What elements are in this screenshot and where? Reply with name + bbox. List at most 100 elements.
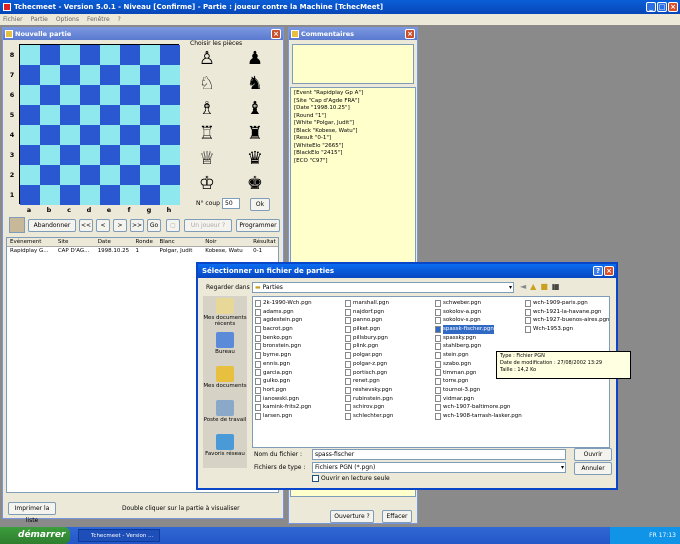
col-black[interactable]: Noir (202, 238, 250, 246)
board-square[interactable] (100, 165, 120, 185)
help-button[interactable]: ? (593, 266, 603, 276)
piece-choice[interactable]: ♚ (243, 173, 267, 195)
board-square[interactable] (80, 125, 100, 145)
board-square[interactable] (40, 45, 60, 65)
board-square[interactable] (60, 165, 80, 185)
board-square[interactable] (20, 185, 40, 205)
place-computer[interactable]: Poste de travail (203, 398, 247, 432)
board-square[interactable] (160, 65, 180, 85)
board-square[interactable] (140, 165, 160, 185)
board-square[interactable] (100, 125, 120, 145)
lang-indicator[interactable]: FR (649, 532, 657, 539)
board-square[interactable] (20, 145, 40, 165)
board-square[interactable] (60, 65, 80, 85)
board-square[interactable] (40, 165, 60, 185)
copy-icon[interactable]: ▢ (166, 219, 180, 232)
menu-fichier[interactable]: Fichier (3, 14, 23, 25)
board-square[interactable] (20, 65, 40, 85)
next-move-button[interactable]: > (113, 219, 127, 232)
file-item[interactable]: 2k-1990-Wch.pgn (255, 299, 345, 308)
place-network[interactable]: Favoris réseau (203, 432, 247, 466)
file-item[interactable]: pilket.pgn (345, 325, 435, 334)
file-item[interactable]: polgar.pgn (345, 351, 435, 360)
cancel-button[interactable]: Annuler (574, 462, 612, 475)
ok-button[interactable]: Ok (250, 198, 270, 211)
file-item[interactable]: plink.pgn (345, 342, 435, 351)
board-square[interactable] (80, 165, 100, 185)
piece-choice[interactable]: ♛ (243, 148, 267, 170)
first-move-button[interactable]: << (79, 219, 93, 232)
board-square[interactable] (20, 45, 40, 65)
board-square[interactable] (160, 185, 180, 205)
view-menu-icon[interactable]: ▦ (552, 282, 560, 291)
board-square[interactable] (20, 125, 40, 145)
board-square[interactable] (140, 65, 160, 85)
print-list-button[interactable]: Imprimer la liste (8, 502, 56, 524)
minimize-button[interactable]: _ (646, 2, 656, 12)
board-square[interactable] (20, 165, 40, 185)
start-button[interactable]: démarrer (0, 527, 70, 544)
file-item[interactable]: ianowski.pgn (255, 395, 345, 404)
board-square[interactable] (80, 105, 100, 125)
board-square[interactable] (20, 105, 40, 125)
col-event[interactable]: Evénement (7, 238, 55, 246)
board-square[interactable] (80, 145, 100, 165)
board-square[interactable] (160, 45, 180, 65)
file-item[interactable]: szabo.pgn (435, 360, 525, 369)
board-square[interactable] (160, 85, 180, 105)
file-item[interactable]: adams.pgn (255, 308, 345, 317)
file-item[interactable]: ennis.pgn (255, 360, 345, 369)
board-square[interactable] (140, 105, 160, 125)
clear-button[interactable]: Effacer (382, 510, 412, 523)
coup-input[interactable]: 50 (222, 198, 240, 209)
file-item[interactable]: sokolov-s.pgn (435, 316, 525, 325)
piece-choice[interactable]: ♝ (243, 98, 267, 120)
game-window-close-button[interactable]: × (271, 29, 281, 39)
piece-choice[interactable]: ♘ (195, 73, 219, 95)
file-item[interactable]: stein.pgn (435, 351, 525, 360)
file-item[interactable]: polgar-z.pgn (345, 360, 435, 369)
opening-button[interactable]: Ouverture ? (330, 510, 374, 523)
board-square[interactable] (100, 105, 120, 125)
col-round[interactable]: Ronde (133, 238, 157, 246)
menu-fenetre[interactable]: Fenêtre (87, 14, 110, 25)
board-square[interactable] (140, 45, 160, 65)
board-square[interactable] (60, 125, 80, 145)
file-item[interactable]: wch-1909-paris.pgn (525, 299, 615, 308)
chevron-down-icon[interactable]: ▾ (509, 283, 512, 293)
board-square[interactable] (60, 105, 80, 125)
file-item[interactable]: garcia.pgn (255, 369, 345, 378)
file-item[interactable]: sokolov-a.pgn (435, 308, 525, 317)
file-item[interactable]: portisch.pgn (345, 369, 435, 378)
piece-choice[interactable]: ♖ (195, 123, 219, 145)
file-item[interactable]: larsen.pgn (255, 412, 345, 421)
comments-close-button[interactable]: × (405, 29, 415, 39)
board-square[interactable] (120, 185, 140, 205)
file-item[interactable]: timman.pgn (435, 369, 525, 378)
board-square[interactable] (40, 125, 60, 145)
maximize-button[interactable]: □ (657, 2, 667, 12)
board-square[interactable] (140, 185, 160, 205)
close-button[interactable]: × (668, 2, 678, 12)
abandon-button[interactable]: Abandonner (28, 219, 76, 232)
back-icon[interactable]: ◄ (520, 282, 526, 291)
col-site[interactable]: Site (55, 238, 95, 246)
board-square[interactable] (120, 45, 140, 65)
prev-move-button[interactable]: < (96, 219, 110, 232)
place-recent[interactable]: Mes documents récents (203, 296, 247, 330)
board-square[interactable] (100, 65, 120, 85)
file-item[interactable]: spassky.pgn (435, 334, 525, 343)
menu-partie[interactable]: Partie (31, 14, 48, 25)
file-item[interactable]: Wch-1953.pgn (525, 325, 615, 334)
menu-help[interactable]: ? (118, 14, 121, 25)
place-documents[interactable]: Mes documents (203, 364, 247, 398)
file-item[interactable]: stahlberg.pgn (435, 342, 525, 351)
file-item[interactable]: bacrot.pgn (255, 325, 345, 334)
file-item[interactable]: panno.pgn (345, 316, 435, 325)
filetype-select[interactable]: Fichiers PGN (*.pgn) ▾ (312, 462, 566, 473)
board-square[interactable] (100, 45, 120, 65)
board-square[interactable] (100, 85, 120, 105)
piece-choice[interactable]: ♟ (243, 48, 267, 70)
board-square[interactable] (160, 105, 180, 125)
board-square[interactable] (60, 185, 80, 205)
